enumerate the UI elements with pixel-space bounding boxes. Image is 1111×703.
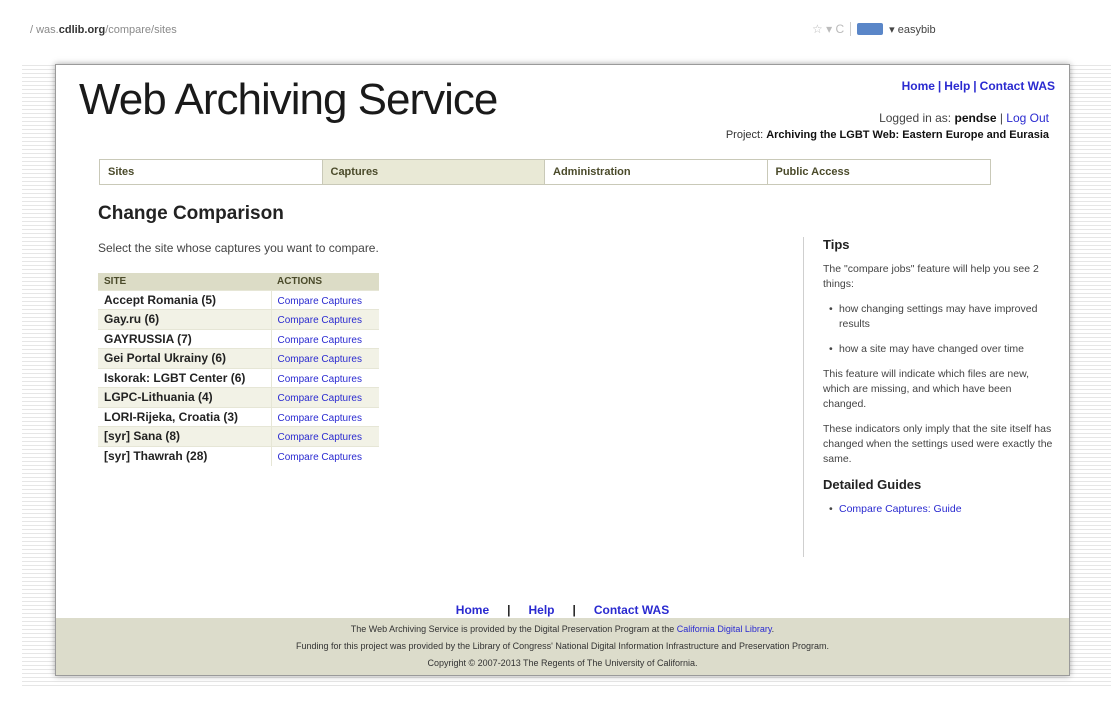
table-row: Gei Portal Ukrainy (6) Compare Captures [98, 348, 379, 368]
login-status: Logged in as: pendse | Log Out [879, 111, 1049, 125]
compare-captures-link[interactable]: Compare Captures [278, 335, 362, 346]
toolbar-divider [850, 22, 852, 36]
compare-captures-link[interactable]: Compare Captures [278, 296, 362, 307]
table-row: [syr] Sana (8) Compare Captures [98, 426, 379, 446]
list-item: Compare Captures: Guide [823, 502, 1053, 517]
tips-divider [803, 237, 804, 557]
compare-captures-guide-link[interactable]: Compare Captures: Guide [839, 503, 962, 515]
header-contact-link[interactable]: Contact WAS [980, 79, 1055, 93]
footer-help-link[interactable]: Help [528, 603, 554, 617]
tab-captures[interactable]: Captures [322, 160, 545, 184]
divider: | [507, 603, 511, 617]
footer-home-link[interactable]: Home [456, 603, 489, 617]
table-row: [syr] Thawrah (28) Compare Captures [98, 445, 379, 466]
guides-title: Detailed Guides [823, 477, 922, 492]
intro-text: Select the site whose captures you want … [98, 241, 379, 255]
sites-table: SITE ACTIONS Accept Romania (5) Compare … [98, 273, 379, 466]
site-name: [syr] Thawrah (28) [98, 445, 271, 466]
url-prefix: / was. [30, 24, 59, 36]
site-name: Iskorak: LGBT Center (6) [98, 367, 271, 388]
table-row: Iskorak: LGBT Center (6) Compare Capture… [98, 367, 379, 388]
footer-line-3: Copyright © 2007-2013 The Regents of The… [427, 658, 698, 668]
table-header-row: SITE ACTIONS [98, 273, 379, 290]
table-row: LGPC-Lithuania (4) Compare Captures [98, 387, 379, 407]
site-name: Gay.ru (6) [98, 309, 271, 329]
column-header-actions: ACTIONS [271, 273, 379, 290]
address-bar[interactable]: / was.cdlib.org/compare/sites [30, 24, 177, 36]
divider: | [973, 79, 977, 93]
bookmark-star-icon[interactable]: ☆ ▾ C [812, 22, 844, 36]
header-help-link[interactable]: Help [944, 79, 970, 93]
logout-link[interactable]: Log Out [1006, 111, 1049, 125]
table-row: Accept Romania (5) Compare Captures [98, 289, 379, 310]
table-row: Gay.ru (6) Compare Captures [98, 309, 379, 329]
page-title: Change Comparison [98, 203, 284, 224]
url-path: /compare/sites [105, 24, 177, 36]
site-logo[interactable]: Web Archiving Service [79, 75, 498, 125]
logged-in-label: Logged in as: [879, 111, 955, 125]
tab-public-access[interactable]: Public Access [767, 160, 990, 184]
table-row: LORI-Rijeka, Croatia (3) Compare Capture… [98, 406, 379, 427]
column-header-site: SITE [98, 273, 271, 290]
site-name: [syr] Sana (8) [98, 426, 271, 446]
tips-paragraph: This feature will indicate which files a… [823, 368, 1030, 410]
tips-list: how changing settings may have improved … [823, 302, 1053, 357]
compare-captures-link[interactable]: Compare Captures [278, 413, 362, 424]
tab-sites[interactable]: Sites [100, 160, 323, 184]
project-label: Project: [725, 129, 767, 141]
site-name: GAYRUSSIA (7) [98, 328, 271, 349]
footer: The Web Archiving Service is provided by… [56, 618, 1069, 675]
guides-list: Compare Captures: Guide [823, 502, 1053, 517]
url-host: cdlib.org [58, 24, 106, 36]
list-item: how changing settings may have improved … [823, 302, 1053, 332]
divider: | [572, 603, 576, 617]
easybib-label[interactable]: ▾ easybib [889, 23, 936, 36]
site-name: LGPC-Lithuania (4) [98, 387, 271, 407]
tips-paragraph: The "compare jobs" feature will help you… [823, 263, 1039, 290]
compare-captures-link[interactable]: Compare Captures [278, 315, 362, 326]
footer-contact-link[interactable]: Contact WAS [594, 603, 669, 617]
site-name: LORI-Rijeka, Croatia (3) [98, 406, 271, 427]
compare-captures-link[interactable]: Compare Captures [278, 354, 362, 365]
site-name: Accept Romania (5) [98, 289, 271, 310]
compare-captures-link[interactable]: Compare Captures [278, 393, 362, 404]
california-digital-library-link[interactable]: California Digital Library [677, 624, 772, 634]
main-nav: Sites Captures Administration Public Acc… [99, 159, 991, 185]
table-row: GAYRUSSIA (7) Compare Captures [98, 328, 379, 349]
footer-text: . [771, 624, 775, 634]
site-name: Gei Portal Ukrainy (6) [98, 348, 271, 368]
easybib-icon[interactable] [857, 23, 884, 35]
footer-line-1: The Web Archiving Service is provided by… [56, 621, 1069, 638]
project-info: Project: Archiving the LGBT Web: Eastern… [726, 129, 1049, 141]
tips-panel: Tips The "compare jobs" feature will hel… [823, 237, 1053, 527]
footer-line-2: Funding for this project was provided by… [296, 641, 829, 651]
compare-captures-link[interactable]: Compare Captures [278, 374, 362, 385]
tips-paragraph: These indicators only imply that the sit… [823, 423, 1053, 465]
compare-captures-link[interactable]: Compare Captures [278, 432, 362, 443]
footer-links: Home | Help | Contact WAS [56, 603, 1069, 617]
app-window: Web Archiving Service Home | Help | Contact … [55, 64, 1070, 676]
list-item: how a site may have changed over time [823, 342, 1053, 357]
tips-title: Tips [823, 237, 850, 252]
header-home-link[interactable]: Home [902, 79, 935, 93]
header-links: Home | Help | Contact WAS [902, 79, 1055, 93]
project-name: Archiving the LGBT Web: Eastern Europe a… [766, 129, 1049, 141]
username: pendse [954, 111, 997, 125]
browser-toolbar: / was.cdlib.org/compare/sites ☆ ▾ C ▾ ea… [0, 0, 1111, 42]
compare-captures-link[interactable]: Compare Captures [278, 452, 362, 463]
tab-administration[interactable]: Administration [545, 160, 768, 184]
footer-text: The Web Archiving Service is provided by… [350, 624, 677, 634]
divider: | [937, 79, 942, 93]
